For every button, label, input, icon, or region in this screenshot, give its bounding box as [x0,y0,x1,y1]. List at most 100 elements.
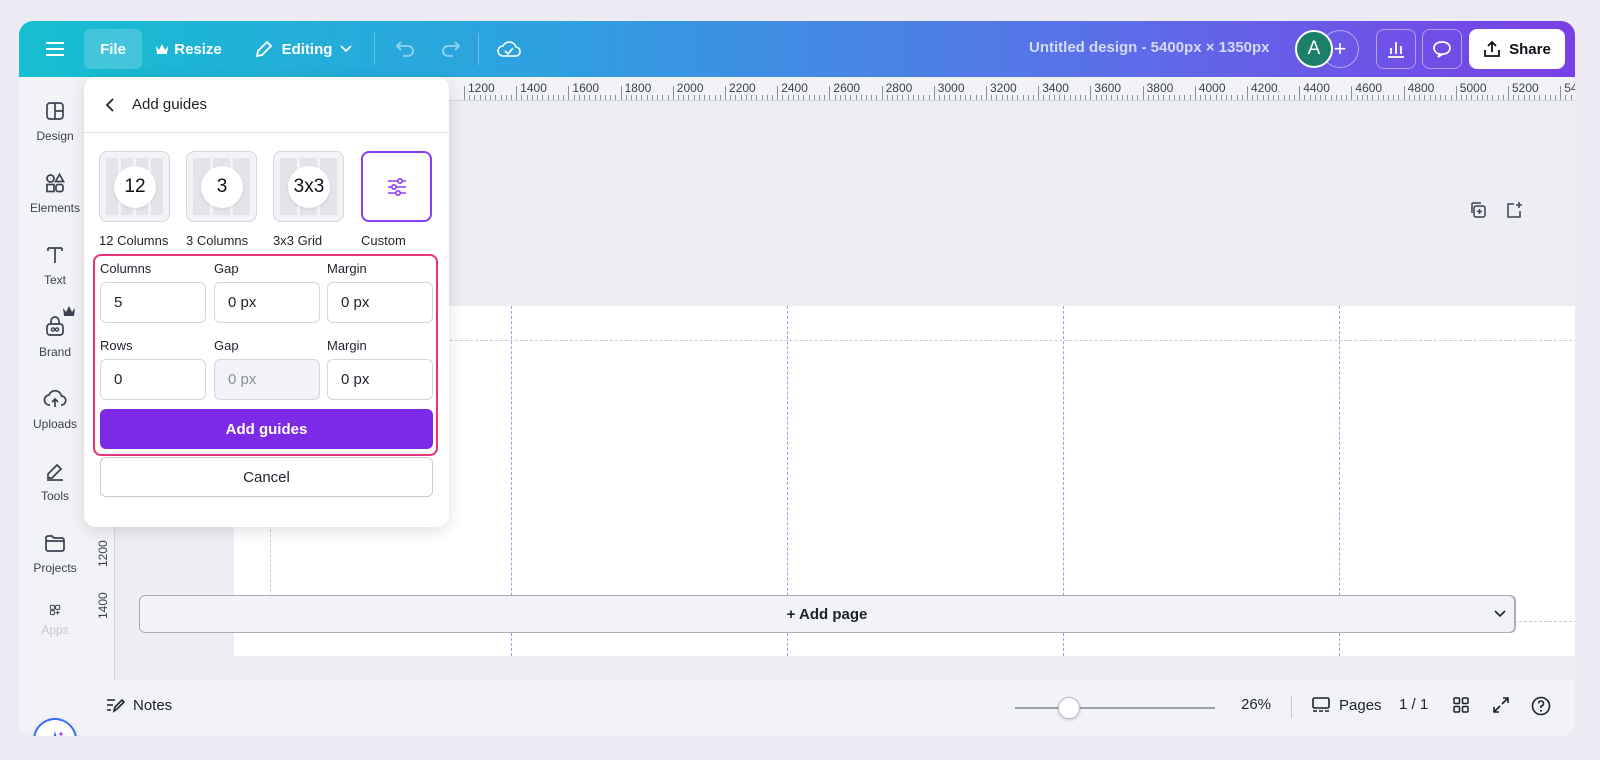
cloud-save-button[interactable] [493,33,525,65]
top-toolbar: File Resize Editing Untitled design - 54… [19,21,1575,77]
ruler-tick [1424,95,1426,100]
ruler-tick [1299,86,1301,100]
zoom-slider-track[interactable] [1015,707,1215,709]
add-guides-button[interactable]: Add guides [100,409,433,449]
ruler-tick [464,86,465,100]
comments-button[interactable] [1422,29,1462,69]
sidebar-item-apps[interactable]: Apps [19,603,91,637]
add-page-label: + Add page [786,605,868,623]
undo-button[interactable] [389,33,421,65]
ruler-label: 2800 [885,81,913,95]
ruler-tick [490,95,492,100]
column-margin-input[interactable]: 0 px [327,282,433,323]
notes-button[interactable]: Notes [105,696,172,714]
preset-custom[interactable] [361,151,432,222]
ruler-tick [1262,95,1264,100]
editing-mode-button[interactable]: Editing [245,29,361,69]
fullscreen-button[interactable] [1492,696,1510,714]
row-margin-label: Margin [327,338,367,353]
sidebar-item-uploads[interactable]: Uploads [19,387,91,447]
ruler-tick [1153,95,1155,100]
ruler-tick [944,95,946,100]
sidebar-item-projects[interactable]: Projects [19,531,91,591]
pages-button[interactable]: Pages [1311,696,1382,714]
ruler-tick [1356,95,1358,100]
ruler-tick [557,95,559,100]
apps-icon [49,604,61,616]
magic-assistant-button[interactable] [33,718,77,736]
cancel-button[interactable]: Cancel [100,457,433,497]
sidebar-item-brand[interactable]: Brand [19,315,91,375]
ruler-tick [1518,95,1520,100]
ruler-tick [714,95,716,100]
ruler-tick [876,95,878,100]
ruler-tick [1534,95,1536,100]
ruler-tick [563,95,565,100]
duplicate-page-button[interactable] [1466,198,1490,222]
ruler-tick [959,95,961,100]
preset-12-columns[interactable]: 12 [99,151,170,222]
file-menu-button[interactable]: File [84,29,142,69]
sidebar-item-design[interactable]: Design [19,99,91,159]
redo-button[interactable] [435,33,467,65]
sidebar-item-elements[interactable]: Elements [19,171,91,231]
editing-label: Editing [281,40,333,58]
resize-button[interactable]: Resize [151,29,227,69]
ruler-tick [766,95,768,100]
ruler-tick [845,95,847,100]
ruler-tick [568,86,570,100]
page-counter[interactable]: 1 / 1 [1399,696,1428,713]
menu-button[interactable] [37,29,73,69]
ruler-tick [479,95,481,100]
ruler-tick [1393,95,1395,100]
pages-label: Pages [1339,696,1382,714]
ruler-tick [1340,95,1342,100]
ruler-tick [1346,95,1348,100]
ruler-tick [688,95,690,100]
rows-input[interactable]: 0 [100,359,206,400]
row-margin-input[interactable]: 0 px [327,359,433,400]
back-button[interactable] [100,95,120,115]
ruler-tick [1309,95,1311,100]
ruler-tick [542,95,544,100]
ruler-tick [1142,86,1144,100]
preset-3-columns[interactable]: 3 [186,151,257,222]
design-title[interactable]: Untitled design - 5400px × 1350px [1029,39,1270,56]
ruler-tick [1053,95,1055,100]
sidebar-item-text[interactable]: Text [19,243,91,303]
crown-icon [63,306,75,316]
chevron-down-icon [340,45,353,53]
sidebar-item-tools[interactable]: Tools [19,459,91,519]
ruler-tick [1210,95,1212,100]
resize-label: Resize [174,40,222,58]
ruler-tick [1539,95,1541,100]
ruler-tick [1481,95,1483,100]
ruler-tick [745,95,747,100]
add-page-icon-button[interactable] [1502,198,1526,222]
zoom-slider-thumb[interactable] [1058,697,1080,719]
ruler-tick [782,95,784,100]
avatar[interactable]: A [1295,30,1333,68]
ruler-tick [850,95,852,100]
grid-view-button[interactable] [1452,696,1470,714]
row-gap-input[interactable]: 0 px [214,359,320,400]
ruler-tick [1069,95,1071,100]
ruler-tick [1523,95,1525,100]
add-guides-panel: Add guides 12 12 Columns 3 3 Columns 3x3… [84,77,449,527]
left-sidebar: Design Elements Text Brand Uploads Tools… [19,77,91,736]
ruler-label: 4600 [1355,81,1383,95]
columns-input[interactable]: 5 [100,282,206,323]
ruler-tick [928,95,930,100]
column-gap-input[interactable]: 0 px [214,282,320,323]
column-margin-label: Margin [327,261,367,276]
zoom-level[interactable]: 26% [1241,696,1271,713]
add-page-button[interactable]: + Add page [139,595,1515,633]
share-button[interactable]: Share [1469,29,1565,69]
ruler-tick [510,95,512,100]
add-page-options-button[interactable] [1485,595,1516,633]
insights-button[interactable] [1376,29,1416,69]
help-button[interactable] [1531,696,1551,716]
ruler-tick [704,95,706,100]
ruler-tick [1429,95,1431,100]
preset-3x3-grid[interactable]: 3x3 [273,151,344,222]
